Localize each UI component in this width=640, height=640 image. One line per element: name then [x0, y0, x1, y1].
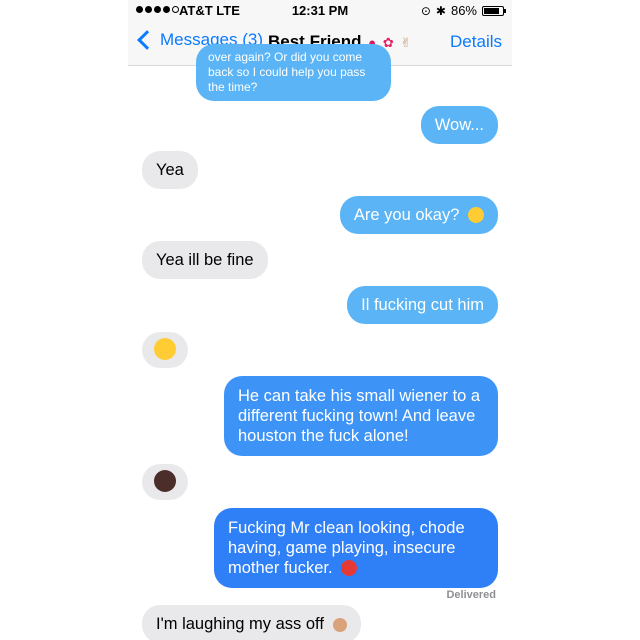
message-bubble-outgoing[interactable]: Are you okay? — [339, 196, 498, 234]
message-bubble-outgoing[interactable]: He can take his small wiener to a differ… — [224, 376, 498, 456]
tears-of-joy-emoji — [154, 338, 176, 360]
battery-fill — [484, 7, 499, 14]
message-bubble-outgoing[interactable]: Wow... — [420, 106, 498, 144]
facepalm-woman-emoji — [154, 470, 176, 492]
message-text: Yea ill be fine — [156, 251, 254, 269]
battery-icon — [482, 5, 506, 16]
message-bubble-incoming[interactable]: Yea — [142, 151, 198, 189]
message-bubble-incoming[interactable]: Yea ill be fine — [142, 241, 268, 279]
battery-percentage: 86% — [450, 3, 477, 18]
message-text: Il fucking cut him — [361, 296, 484, 314]
message-text: Yea — [156, 161, 184, 179]
lock-rotation-icon: ⊙ — [420, 3, 431, 18]
message-bubble-incoming[interactable] — [142, 332, 188, 368]
message-text: Are you okay? — [353, 206, 460, 224]
message-bubble-incoming[interactable]: I'm laughing my ass off — [142, 605, 361, 640]
message-text: over again? Or did you come back so I co… — [208, 50, 366, 94]
message-text: I'm laughing my ass off — [156, 615, 324, 633]
bluetooth-icon: ✱ — [435, 3, 446, 18]
delivered-status: Delivered — [446, 589, 496, 601]
status-bar: AT&T LTE 12:31 PM ⊙ ✱ 86% — [128, 0, 512, 22]
message-text: Wow... — [434, 116, 484, 134]
confused-face-emoji — [468, 207, 484, 223]
chevron-left-icon — [137, 30, 157, 50]
message-text: He can take his small wiener to a differ… — [238, 387, 481, 445]
victory-hand-emoji: ✌ — [400, 35, 412, 50]
message-bubble-outgoing[interactable]: Il fucking cut him — [347, 286, 498, 324]
ok-hand-emoji — [332, 618, 347, 632]
phone-screen: AT&T LTE 12:31 PM ⊙ ✱ 86% Messages (3) B… — [128, 0, 512, 640]
message-bubble-outgoing[interactable]: Fucking Mr clean looking, chode having, … — [214, 508, 498, 588]
angry-face-emoji — [341, 560, 358, 576]
message-bubble-incoming[interactable] — [142, 464, 188, 500]
message-bubble-outgoing[interactable]: over again? Or did you come back so I co… — [196, 44, 391, 101]
status-right-group: ⊙ ✱ 86% — [420, 3, 506, 18]
details-button[interactable]: Details — [450, 32, 502, 52]
